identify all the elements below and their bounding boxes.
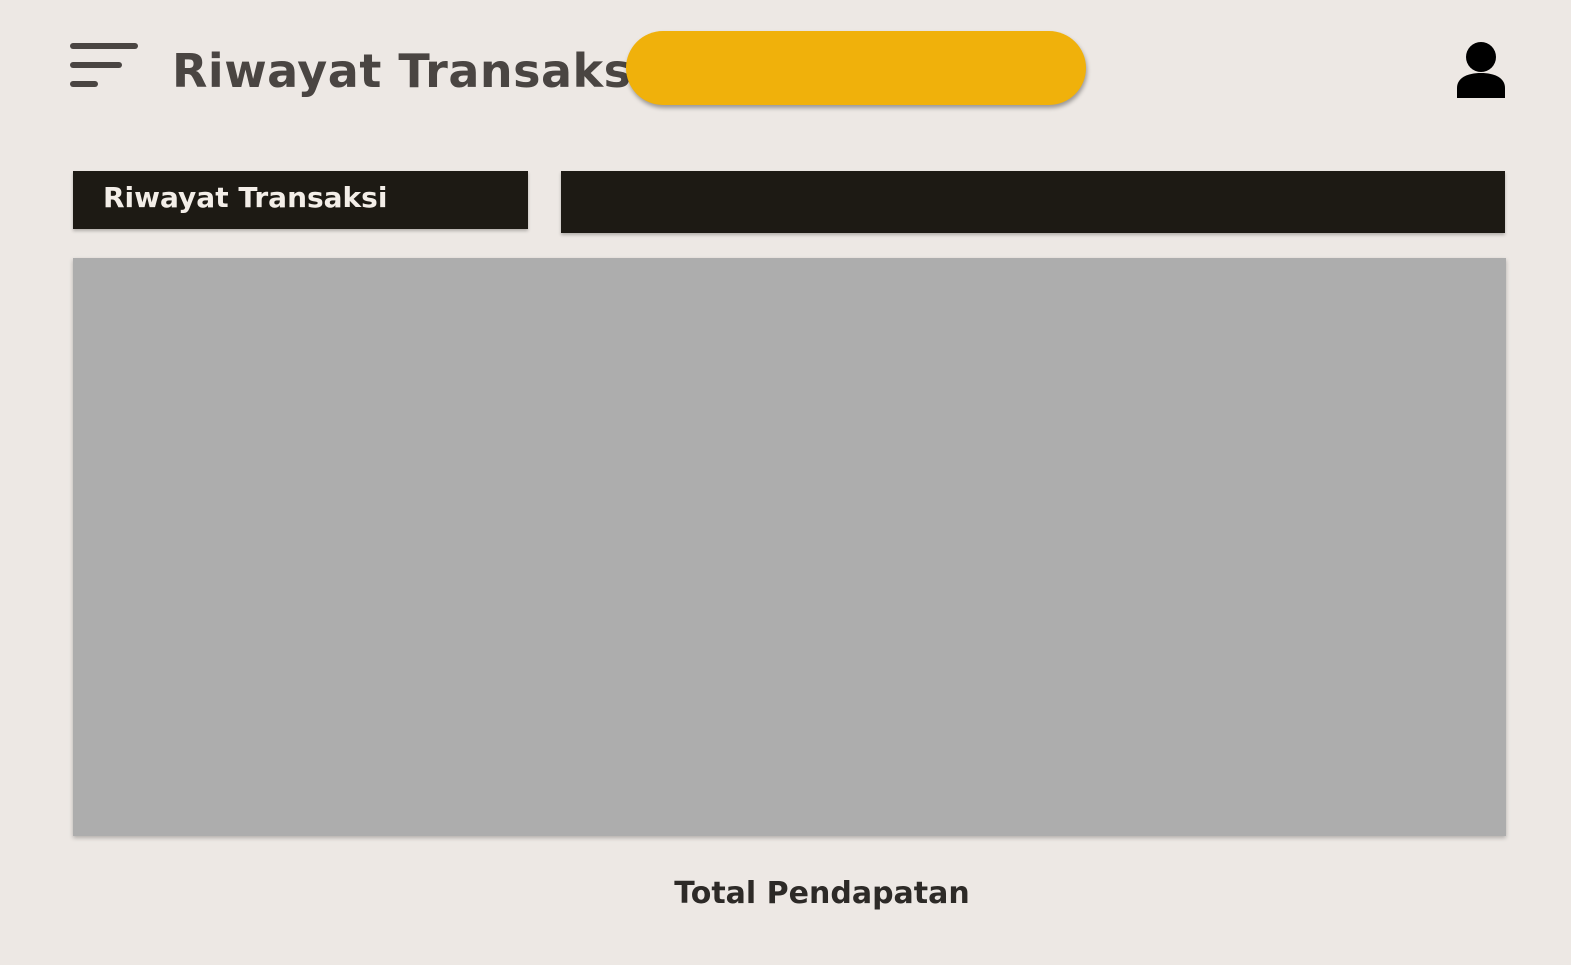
section-header: Riwayat Transaksi [73, 171, 528, 229]
page-title: Riwayat Transaksi [172, 44, 648, 98]
menu-line-2 [70, 62, 122, 68]
transaction-list-panel [73, 258, 1506, 836]
menu-line-1 [70, 43, 138, 49]
action-pill-button[interactable] [626, 31, 1086, 105]
header-bar [561, 171, 1505, 233]
menu-icon[interactable] [70, 42, 140, 88]
user-icon[interactable] [1454, 40, 1508, 100]
user-icon-graphic [1457, 42, 1505, 98]
menu-line-3 [70, 81, 98, 87]
section-header-label: Riwayat Transaksi [103, 181, 388, 214]
total-income-label: Total Pendapatan [674, 876, 970, 911]
